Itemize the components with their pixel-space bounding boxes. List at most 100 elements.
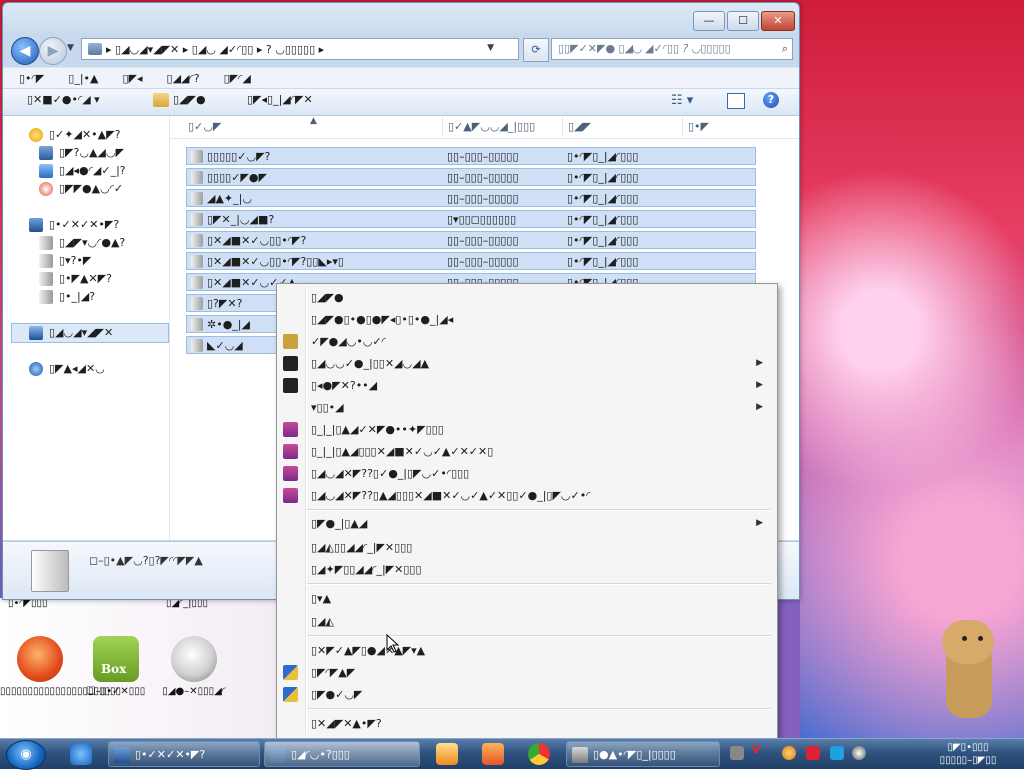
table-row[interactable]: ▯▯▯▯▯✓◡◤? ▯▯–▯▯▯–▯▯▯▯▯ ▯•◜◤▯_|◢◜▯▯▯ bbox=[186, 147, 756, 165]
column-divider[interactable] bbox=[562, 118, 563, 136]
search-tray-icon[interactable] bbox=[782, 746, 796, 760]
share-label: ▯◢◤● bbox=[173, 93, 206, 106]
table-row[interactable]: ▯✕◢■✕✓◡▯▯•◜◤? ▯▯–▯▯▯–▯▯▯▯▯ ▯•◜◤▯_|◢◜▯▯▯ bbox=[186, 231, 756, 249]
taskbar-task-explorer[interactable]: ▯◢◜◡•?▯▯▯ bbox=[264, 741, 420, 767]
title-bar[interactable]: — ☐ ✕ bbox=[3, 3, 799, 33]
context-menu-item[interactable]: ▯◤●_|▯▲◢ ▶ bbox=[279, 513, 773, 534]
desktop-icon-app-3[interactable]: ▯◢●–✕▯▯▯◢◜ bbox=[154, 636, 234, 697]
cell-date: ▯▯–▯▯▯–▯▯▯▯▯ bbox=[447, 171, 519, 184]
cell-name: ▯✕◢■✕✓◡▯▯•◜◤?▯▯◣▸▾▯ bbox=[207, 255, 344, 268]
taskbar-task-app[interactable]: ▯●▲•◜◤▯_|▯▯▯▯ bbox=[566, 741, 720, 767]
close-button[interactable]: ✕ bbox=[761, 11, 795, 31]
sort-arrow-icon: ▲ bbox=[310, 116, 317, 126]
antivirus-icon[interactable]: V bbox=[752, 743, 766, 757]
sidebar-item-music[interactable]: ▯▾?•◤ bbox=[39, 252, 91, 270]
sidebar-item-label: ▯◢◡◢▾◢◤✕ bbox=[49, 326, 114, 339]
sidebar-item-computer[interactable]: ▯◢◡◢▾◢◤✕ bbox=[29, 324, 113, 342]
context-menu-item[interactable]: ▯◢◭ bbox=[279, 611, 773, 632]
drive-icon bbox=[191, 276, 203, 289]
context-menu-item[interactable]: ▯◢◤● bbox=[279, 287, 773, 308]
search-icon[interactable]: ⌕ bbox=[782, 39, 788, 59]
forward-button[interactable]: ▶ bbox=[39, 37, 67, 65]
search-input[interactable]: ▯▯◤✓✕◤● ▯◢◡ ◢✓◜▯▯ ? ◡▯▯▯▯▯ ⌕ bbox=[551, 38, 793, 60]
sidebar-item-downloads[interactable]: ▯◢◂●◜◢✓_|? bbox=[39, 162, 126, 180]
speaker-icon[interactable] bbox=[852, 746, 866, 760]
context-menu-item[interactable]: ▯◢✦◤▯▯◢◢◜_|◤✕▯▯▯ bbox=[279, 559, 773, 580]
context-menu-item[interactable]: ✓◤●◢◡•◡✓◜ bbox=[279, 331, 773, 352]
task-label: ▯●▲•◜◤▯_|▯▯▯▯ bbox=[593, 748, 676, 761]
sidebar-item-favorites[interactable]: ▯✓✦◢✕•▲◤? bbox=[29, 126, 120, 144]
context-menu-item[interactable]: ▯✕◤✓▲◤▯●◢✕▲◤▾▲ bbox=[279, 640, 773, 661]
share-button[interactable]: ▯◢◤● bbox=[153, 93, 206, 107]
maximize-button[interactable]: ☐ bbox=[727, 11, 759, 31]
help-icon[interactable]: ? bbox=[763, 92, 779, 108]
sidebar-item-libraries[interactable]: ▯•✓✕✓✕•◤? bbox=[29, 216, 119, 234]
column-header-date[interactable]: ▯✓▲◤◡◡◢_|▯▯▯ bbox=[448, 120, 535, 133]
table-row[interactable]: ▯◤✕_|◡◢■? ▯▾▯▯◻▯▯▯▯▯▯ ▯•◜◤▯_|◢◜▯▯▯ bbox=[186, 210, 756, 228]
desktop-icon-app-2[interactable]: Box ❑–▯•✓✕▯▯▯ bbox=[76, 636, 156, 697]
context-menu-item[interactable]: ▯▾▲ bbox=[279, 588, 773, 609]
sidebar-item-pictures[interactable]: ▯•◤▲✕◤? bbox=[39, 270, 112, 288]
app-icon bbox=[17, 636, 63, 682]
menu-item-label: ▯✕◢◤✕▲•◤? bbox=[311, 717, 382, 730]
recent-pages-dropdown-icon[interactable]: ▼ bbox=[67, 43, 74, 53]
context-menu-item[interactable]: ▯_|_|▯▲◢▯▯▯✕◢■✕✓◡✓▲✓✕✓✕▯ bbox=[279, 441, 773, 462]
address-dropdown-icon[interactable]: ▼ bbox=[487, 43, 494, 53]
flag-icon[interactable] bbox=[806, 746, 820, 760]
preview-pane-icon[interactable] bbox=[727, 93, 745, 109]
context-menu-item[interactable]: ▯◂●◤✕?••◢ ▶ bbox=[279, 375, 773, 396]
context-menu-item[interactable]: ▯◤●✓◡◤ bbox=[279, 684, 773, 705]
context-menu-item[interactable]: ▾▯▯•◢ ▶ bbox=[279, 397, 773, 418]
address-bar[interactable]: ▸ ▯◢◡◢▾◢◤✕ ▸ ▯◢◡ ◢✓◜▯▯ ▸ ? ◡▯▯▯▯▯ ▸ ▼ bbox=[81, 38, 519, 60]
desktop-icon-app-1[interactable]: ▯▯▯▯▯▯▯▯▯▯▯▯▯▯▯▯▯▯▯▯▯▯ bbox=[0, 636, 121, 697]
monitor-icon[interactable] bbox=[830, 746, 844, 760]
column-header-name[interactable]: ▯✓◡◤ bbox=[188, 120, 221, 133]
menu-file[interactable]: ▯•◜◤ bbox=[3, 72, 52, 85]
menu-tools[interactable]: ▯◢◢◜? bbox=[151, 72, 208, 85]
start-button[interactable]: ◉ bbox=[6, 740, 46, 770]
search-placeholder: ▯▯◤✓✕◤● ▯◢◡ ◢✓◜▯▯ ? ◡▯▯▯▯▯ bbox=[558, 42, 731, 55]
taskbar-task-libraries[interactable]: ▯•✓✕✓✕•◤? bbox=[108, 741, 260, 767]
sidebar-item-recent[interactable]: ▯◤◤●▲◡◜✓ bbox=[39, 180, 123, 198]
column-header-size[interactable]: ▯•◤ bbox=[688, 120, 709, 133]
taskbar: ◉ ▯•✓✕✓✕•◤? ▯◢◜◡•?▯▯▯ ▯●▲•◜◤▯_|▯▯▯▯ V ▯◤… bbox=[0, 738, 1024, 770]
box-icon-badge: Box bbox=[101, 662, 127, 676]
sidebar-item-desktop[interactable]: ▯◤?◡▲◢◡◤ bbox=[39, 144, 124, 162]
organize-button[interactable]: ▯✕■✓●•◜◢ ▾ bbox=[27, 93, 100, 106]
context-menu-item[interactable]: ▯✕◢◤✕▲•◤? bbox=[279, 713, 773, 734]
sidebar-item-documents[interactable]: ▯◢◤▾◡◜●▲? bbox=[39, 234, 125, 252]
chrome-icon[interactable] bbox=[528, 743, 550, 765]
change-view-icon[interactable]: ☷ ▾ bbox=[671, 93, 693, 108]
app-icon[interactable] bbox=[482, 743, 504, 765]
sidebar-item-videos[interactable]: ▯•_|◢? bbox=[39, 288, 95, 306]
context-menu-item[interactable]: ▯_|_|▯▲◢✓✕◤●••✦◤▯▯▯ bbox=[279, 419, 773, 440]
context-menu-item[interactable]: ▯◤◜◤▲◤ bbox=[279, 662, 773, 683]
back-button[interactable]: ◀ bbox=[11, 37, 39, 65]
sidebar-item-network[interactable]: ▯◤▲◂◢✕◡ bbox=[29, 360, 105, 378]
column-divider[interactable] bbox=[682, 118, 683, 136]
internet-explorer-icon[interactable] bbox=[70, 743, 92, 765]
menu-edit[interactable]: ▯_|•▲ bbox=[52, 72, 106, 85]
column-header-type[interactable]: ▯◢◤ bbox=[568, 120, 591, 133]
context-menu-item[interactable]: ▯◢◡◢✕◤??▯✓●_|▯◤◡✓•◜▯▯▯ bbox=[279, 463, 773, 484]
navigation-row: ◀ ▶ ▼ ▸ ▯◢◡◢▾◢◤✕ ▸ ▯◢◡ ◢✓◜▯▯ ▸ ? ◡▯▯▯▯▯ … bbox=[3, 35, 799, 65]
context-menu-item[interactable]: ▯◢◡◡✓●_|▯▯✕◢◡◢▲ ▶ bbox=[279, 353, 773, 374]
context-menu-item[interactable]: ▯◢◤●▯•●▯●◤◂▯•▯•●_|◢◂ bbox=[279, 309, 773, 330]
clock[interactable]: ▯◤▯•▯▯▯ ▯▯▯▯▯–▯◤▯▯ bbox=[918, 741, 1018, 767]
table-row[interactable]: ▯✕◢■✕✓◡▯▯•◜◤?▯▯◣▸▾▯ ▯▯–▯▯▯–▯▯▯▯▯ ▯•◜◤▯_|◢◜… bbox=[186, 252, 756, 270]
context-menu-item[interactable]: ▯◢◡◢✕◤??▯▲◢▯▯▯✕◢■✕✓◡✓▲✓✕▯▯✓●_|▯◤◡✓•◜ bbox=[279, 485, 773, 506]
table-row[interactable]: ◢▲✦_|◡ ▯▯–▯▯▯–▯▯▯▯▯ ▯•◜◤▯_|◢◜▯▯▯ bbox=[186, 189, 756, 207]
minimize-button[interactable]: — bbox=[693, 11, 725, 31]
menu-view[interactable]: ▯◤◂ bbox=[106, 72, 150, 85]
tray-icon[interactable] bbox=[730, 746, 744, 760]
new-folder-button[interactable]: ▯◤◂▯_|◢◜◤✕ bbox=[247, 93, 313, 106]
column-divider[interactable] bbox=[442, 118, 443, 136]
context-menu-item[interactable]: ▯◢◭▯▯◢◢◜_|◤✕▯▯▯ bbox=[279, 537, 773, 558]
media-player-icon[interactable] bbox=[436, 743, 458, 765]
table-row[interactable]: ▯▯▯▯✓◤●◤ ▯▯–▯▯▯–▯▯▯▯▯ ▯•◜◤▯_|◢◜▯▯▯ bbox=[186, 168, 756, 186]
desktop-icon bbox=[39, 146, 53, 160]
menu-help[interactable]: ▯◤◜◢ bbox=[208, 72, 259, 85]
refresh-button[interactable]: ⟳ bbox=[523, 38, 549, 62]
drive-icon bbox=[191, 255, 203, 268]
libraries-icon bbox=[29, 218, 43, 232]
